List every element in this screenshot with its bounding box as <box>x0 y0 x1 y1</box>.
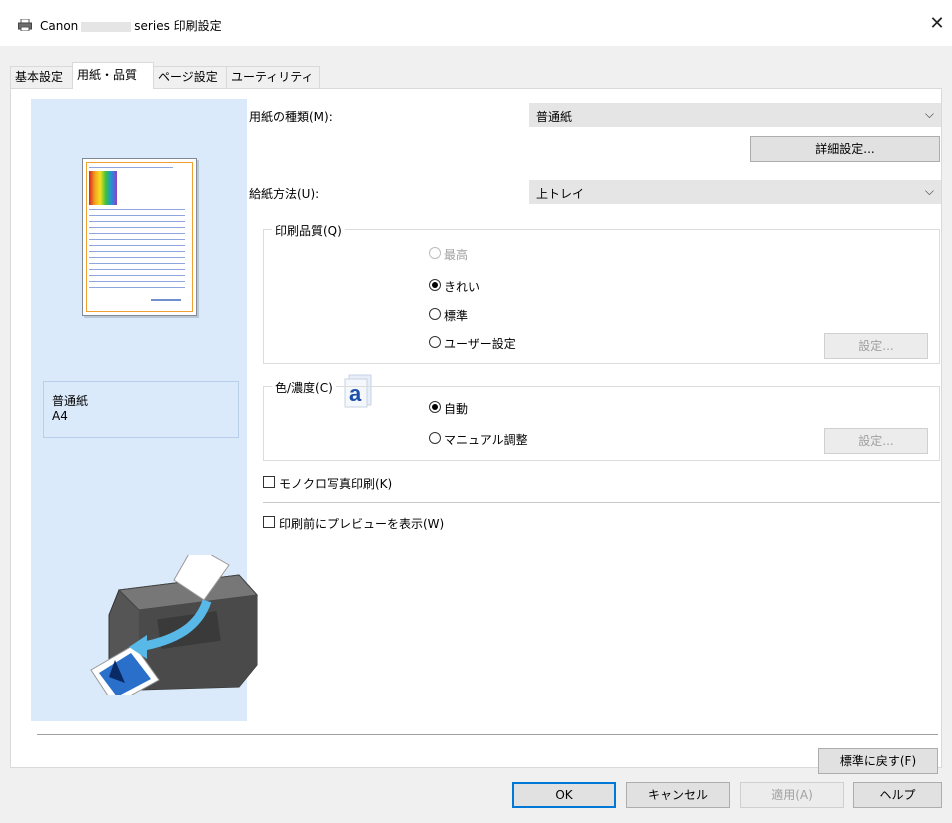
chevron-down-icon: ⌵ <box>924 184 934 198</box>
quality-standard-label: 標準 <box>444 309 469 323</box>
close-button[interactable]: ✕ <box>922 10 952 38</box>
tab-panel: 普通紙 A4 用紙の種類(M): 普通紙 ⌵ 詳細設定... 給紙方法(U): <box>10 88 942 774</box>
tab-strip: 基本設定 用紙・品質 ページ設定 ユーティリティ <box>10 62 942 89</box>
tab-basic[interactable]: 基本設定 <box>10 66 74 88</box>
text-line <box>89 239 185 240</box>
radio-dot <box>429 432 441 444</box>
footer-line <box>151 299 181 301</box>
tab-page-setup[interactable]: ページ設定 <box>153 66 227 88</box>
text-line <box>89 167 173 168</box>
title-suffix: series 印刷設定 <box>134 19 222 33</box>
media-size: A4 <box>52 409 68 423</box>
tab-paper-quality[interactable]: 用紙・品質 <box>72 62 154 89</box>
grayscale-label: モノクロ写真印刷(K) <box>279 477 393 491</box>
paper-source-select[interactable]: 上トレイ ⌵ <box>529 180 941 204</box>
quality-custom-label: ユーザー設定 <box>444 337 516 351</box>
radio-dot <box>429 336 441 348</box>
title-bar: Canon series 印刷設定 ✕ <box>0 0 952 46</box>
preview-pane: 普通紙 A4 <box>31 99 259 721</box>
media-type-value: 普通紙 <box>536 110 573 124</box>
text-line <box>89 257 185 258</box>
text-line <box>89 233 185 234</box>
media-type-label: 用紙の種類(M): <box>249 110 333 124</box>
color-settings-button[interactable]: 設定... <box>824 428 928 454</box>
text-line <box>89 251 185 252</box>
tab-utility[interactable]: ユーティリティ <box>226 66 320 88</box>
color-auto-label: 自動 <box>444 402 469 416</box>
cancel-button[interactable]: キャンセル <box>626 782 730 808</box>
media-info: 普通紙 A4 <box>43 381 239 438</box>
apply-button[interactable]: 適用(A) <box>740 782 844 808</box>
text-line <box>89 209 185 210</box>
text-line <box>89 269 185 270</box>
paper-source-label: 給紙方法(U): <box>249 187 320 201</box>
quality-fine-label: きれい <box>444 280 481 294</box>
color-manual-label: マニュアル調整 <box>444 433 528 447</box>
checkbox-box <box>263 516 275 528</box>
paper-preview <box>82 158 197 316</box>
text-line <box>89 275 185 276</box>
radio-dot <box>429 308 441 320</box>
divider <box>263 502 940 503</box>
footer-divider <box>37 734 938 735</box>
text-line <box>89 215 185 216</box>
media-name: 普通紙 <box>52 394 89 408</box>
quality-settings-button[interactable]: 設定... <box>824 333 928 359</box>
color-block <box>89 171 117 205</box>
print-settings-dialog: Canon series 印刷設定 ✕ 基本設定 用紙・品質 ページ設定 ユーティ… <box>0 0 952 823</box>
redacted-model <box>81 21 132 32</box>
title-prefix: Canon <box>40 19 79 33</box>
text-line <box>89 287 185 288</box>
printer-icon <box>18 19 32 31</box>
print-quality-legend: 印刷品質(Q) <box>272 222 345 239</box>
printer-illustration-icon <box>90 555 259 695</box>
checkbox-box <box>263 476 275 488</box>
quality-highest-label: 最高 <box>444 248 469 262</box>
ok-button[interactable]: OK <box>512 782 616 808</box>
radio-dot <box>429 401 441 413</box>
details-button[interactable]: 詳細設定... <box>750 136 940 162</box>
text-line <box>89 221 185 222</box>
chevron-down-icon: ⌵ <box>924 107 934 121</box>
preview-label: 印刷前にプレビューを表示(W) <box>279 517 445 531</box>
window-title: Canon series 印刷設定 <box>40 17 222 34</box>
radio-dot <box>429 279 441 291</box>
text-line <box>89 227 185 228</box>
color-intensity-legend: 色/濃度(C) <box>272 379 336 396</box>
text-line <box>89 245 185 246</box>
text-line <box>89 281 185 282</box>
paper-source-value: 上トレイ <box>536 187 585 201</box>
help-button[interactable]: ヘルプ <box>853 782 942 808</box>
restore-defaults-button[interactable]: 標準に戻す(F) <box>818 748 938 774</box>
radio-dot <box>429 247 441 259</box>
media-type-select[interactable]: 普通紙 ⌵ <box>529 103 941 127</box>
text-line <box>89 263 185 264</box>
